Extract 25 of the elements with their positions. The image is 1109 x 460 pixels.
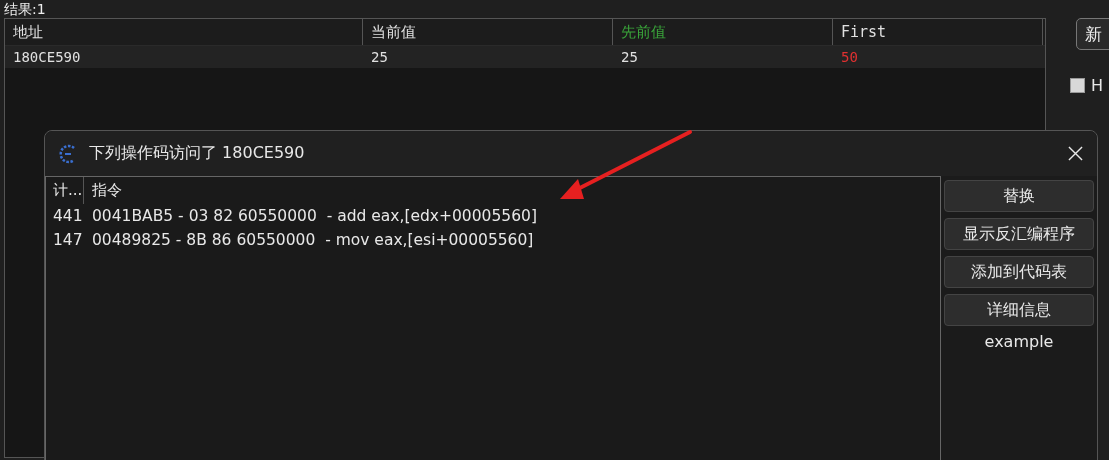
column-header[interactable]: 计... xyxy=(46,177,84,204)
column-header[interactable]: 地址 xyxy=(5,19,363,45)
action-button[interactable]: 添加到代码表 xyxy=(944,256,1094,288)
column-header[interactable]: 先前值 xyxy=(613,19,833,45)
new-button[interactable]: 新 xyxy=(1076,18,1109,50)
note-label: example xyxy=(984,332,1054,351)
checkbox[interactable] xyxy=(1070,78,1085,93)
action-button[interactable]: 显示反汇编程序 xyxy=(944,218,1094,250)
action-button[interactable]: 详细信息 xyxy=(944,294,1094,326)
results-count: 结果:1 xyxy=(4,0,47,18)
column-header[interactable]: 当前值 xyxy=(363,19,613,45)
table-cell-text: 50 xyxy=(840,48,859,67)
column-header[interactable]: 指令 xyxy=(84,177,122,204)
checkbox-label: H xyxy=(1091,76,1104,95)
count-cell-text: 441 xyxy=(52,207,84,225)
instruction-cell[interactable]: 0041BAB5 - 03 82 60550000 - add eax,[edx+00005560] xyxy=(84,207,537,225)
column-header[interactable]: First xyxy=(833,19,1043,45)
action-button[interactable]: 替换 xyxy=(944,180,1094,212)
table-cell-text: 25 xyxy=(370,48,389,67)
table-cell-text: 25 xyxy=(620,48,639,67)
table-cell-text: 180CE590 xyxy=(12,48,82,67)
window-title: 下列操作码访问了 180CE590 xyxy=(89,143,306,164)
instruction-cell[interactable]: 00489825 - 8B 86 60550000 - mov eax,[esi+00005560] xyxy=(84,231,534,249)
close-icon[interactable] xyxy=(1068,146,1083,161)
count-cell-text: 147 xyxy=(52,231,84,249)
